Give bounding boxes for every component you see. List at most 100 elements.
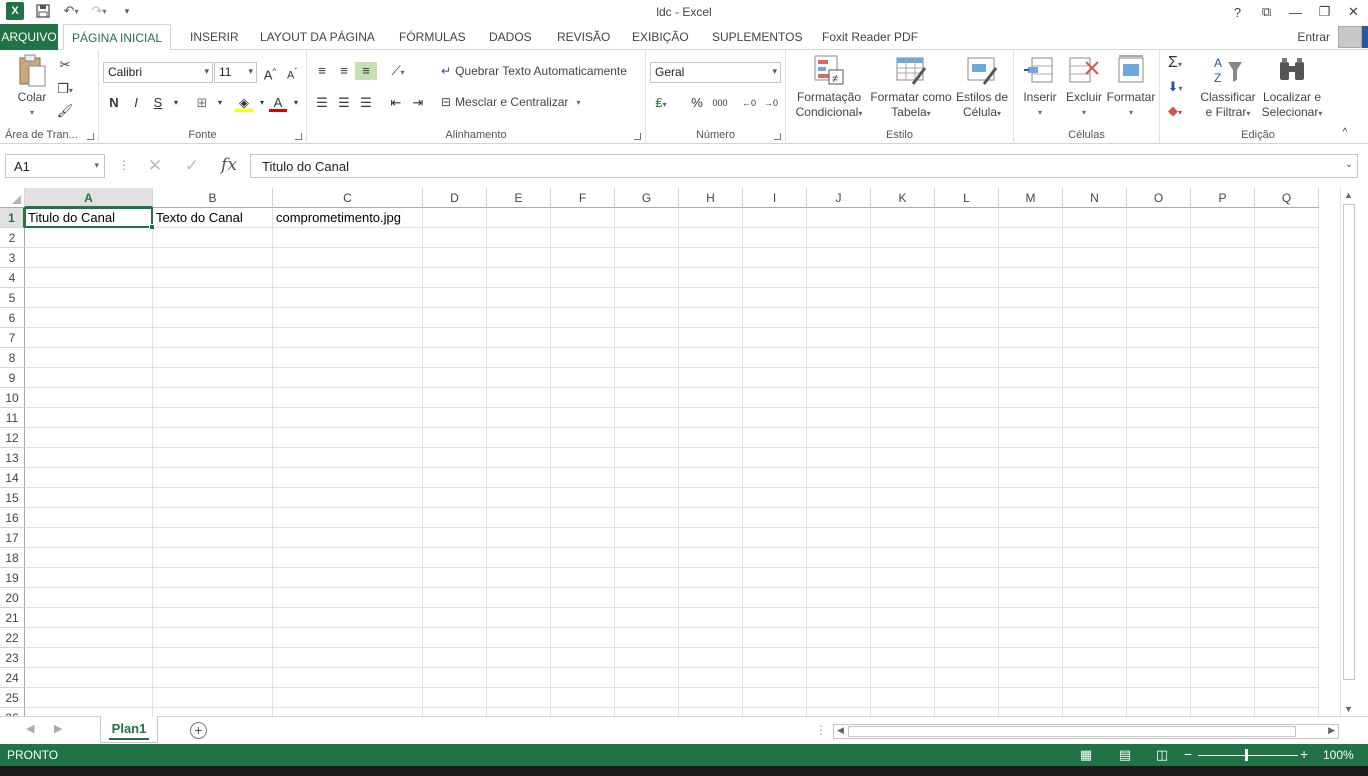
cell-a16[interactable]: [25, 508, 153, 528]
cell-g20[interactable]: [615, 588, 679, 608]
cell-m26[interactable]: [999, 708, 1063, 716]
clipboard-launcher-icon[interactable]: [87, 133, 94, 140]
cell-o5[interactable]: [1127, 288, 1191, 308]
row-header-13[interactable]: 13: [0, 448, 25, 468]
cell-l22[interactable]: [935, 628, 999, 648]
cell-j24[interactable]: [807, 668, 871, 688]
cell-l4[interactable]: [935, 268, 999, 288]
cell-h16[interactable]: [679, 508, 743, 528]
cell-n26[interactable]: [1063, 708, 1127, 716]
cell-l2[interactable]: [935, 228, 999, 248]
cell-l20[interactable]: [935, 588, 999, 608]
row-header-16[interactable]: 16: [0, 508, 25, 528]
cell-q9[interactable]: [1255, 368, 1319, 388]
cell-c15[interactable]: [273, 488, 423, 508]
cell-o16[interactable]: [1127, 508, 1191, 528]
cell-h22[interactable]: [679, 628, 743, 648]
column-header-m[interactable]: M: [999, 188, 1063, 208]
cell-a17[interactable]: [25, 528, 153, 548]
cell-p13[interactable]: [1191, 448, 1255, 468]
cell-j22[interactable]: [807, 628, 871, 648]
cell-q23[interactable]: [1255, 648, 1319, 668]
tab-addins[interactable]: SUPLEMENTOS: [704, 24, 810, 50]
cell-h6[interactable]: [679, 308, 743, 328]
row-header-23[interactable]: 23: [0, 648, 25, 668]
cell-i13[interactable]: [743, 448, 807, 468]
cell-c3[interactable]: [273, 248, 423, 268]
cell-g3[interactable]: [615, 248, 679, 268]
underline-button[interactable]: S: [149, 94, 167, 112]
cell-q4[interactable]: [1255, 268, 1319, 288]
cell-i18[interactable]: [743, 548, 807, 568]
cell-j3[interactable]: [807, 248, 871, 268]
name-box[interactable]: A1 ▾: [5, 154, 105, 178]
cell-d23[interactable]: [423, 648, 487, 668]
cell-b4[interactable]: [153, 268, 273, 288]
cell-b10[interactable]: [153, 388, 273, 408]
cell-o4[interactable]: [1127, 268, 1191, 288]
cell-h26[interactable]: [679, 708, 743, 716]
accounting-format-icon[interactable]: ₤▾: [652, 94, 670, 112]
cell-n11[interactable]: [1063, 408, 1127, 428]
cell-o9[interactable]: [1127, 368, 1191, 388]
cell-i8[interactable]: [743, 348, 807, 368]
cell-k23[interactable]: [871, 648, 935, 668]
cell-d21[interactable]: [423, 608, 487, 628]
cell-k19[interactable]: [871, 568, 935, 588]
cell-d26[interactable]: [423, 708, 487, 716]
cell-f21[interactable]: [551, 608, 615, 628]
cell-k13[interactable]: [871, 448, 935, 468]
tab-file[interactable]: ARQUIVO: [0, 24, 58, 50]
cell-n19[interactable]: [1063, 568, 1127, 588]
increase-decimal-icon[interactable]: ←0: [740, 94, 758, 112]
cell-d13[interactable]: [423, 448, 487, 468]
cell-n1[interactable]: [1063, 208, 1127, 228]
cell-o22[interactable]: [1127, 628, 1191, 648]
cell-q13[interactable]: [1255, 448, 1319, 468]
cell-i21[interactable]: [743, 608, 807, 628]
cell-n16[interactable]: [1063, 508, 1127, 528]
cell-i11[interactable]: [743, 408, 807, 428]
cell-h21[interactable]: [679, 608, 743, 628]
column-header-k[interactable]: K: [871, 188, 935, 208]
cell-b14[interactable]: [153, 468, 273, 488]
cell-h12[interactable]: [679, 428, 743, 448]
cell-q25[interactable]: [1255, 688, 1319, 708]
cell-k21[interactable]: [871, 608, 935, 628]
cell-h25[interactable]: [679, 688, 743, 708]
cell-p12[interactable]: [1191, 428, 1255, 448]
cell-q26[interactable]: [1255, 708, 1319, 716]
column-header-l[interactable]: L: [935, 188, 999, 208]
cell-b6[interactable]: [153, 308, 273, 328]
row-header-20[interactable]: 20: [0, 588, 25, 608]
cell-l10[interactable]: [935, 388, 999, 408]
cell-j7[interactable]: [807, 328, 871, 348]
cell-m25[interactable]: [999, 688, 1063, 708]
cell-i1[interactable]: [743, 208, 807, 228]
cell-k20[interactable]: [871, 588, 935, 608]
cell-a19[interactable]: [25, 568, 153, 588]
cell-a13[interactable]: [25, 448, 153, 468]
decrease-indent-icon[interactable]: ⇤: [387, 94, 405, 112]
cell-i2[interactable]: [743, 228, 807, 248]
cell-k17[interactable]: [871, 528, 935, 548]
cell-d19[interactable]: [423, 568, 487, 588]
cell-g22[interactable]: [615, 628, 679, 648]
zoom-in-icon[interactable]: +: [1300, 746, 1308, 762]
cell-k18[interactable]: [871, 548, 935, 568]
cell-f22[interactable]: [551, 628, 615, 648]
cell-c9[interactable]: [273, 368, 423, 388]
cell-h11[interactable]: [679, 408, 743, 428]
cell-n18[interactable]: [1063, 548, 1127, 568]
decrease-font-icon[interactable]: Aˇ: [283, 63, 301, 82]
cell-j16[interactable]: [807, 508, 871, 528]
row-header-11[interactable]: 11: [0, 408, 25, 428]
column-header-j[interactable]: J: [807, 188, 871, 208]
row-header-8[interactable]: 8: [0, 348, 25, 368]
sheet-tab-plan1[interactable]: Plan1: [100, 716, 158, 743]
cell-k7[interactable]: [871, 328, 935, 348]
format-as-table-button[interactable]: Formatar como Tabela▾: [868, 54, 954, 121]
cell-n7[interactable]: [1063, 328, 1127, 348]
row-header-22[interactable]: 22: [0, 628, 25, 648]
formula-input[interactable]: Titulo do Canal ⌄: [250, 154, 1358, 178]
